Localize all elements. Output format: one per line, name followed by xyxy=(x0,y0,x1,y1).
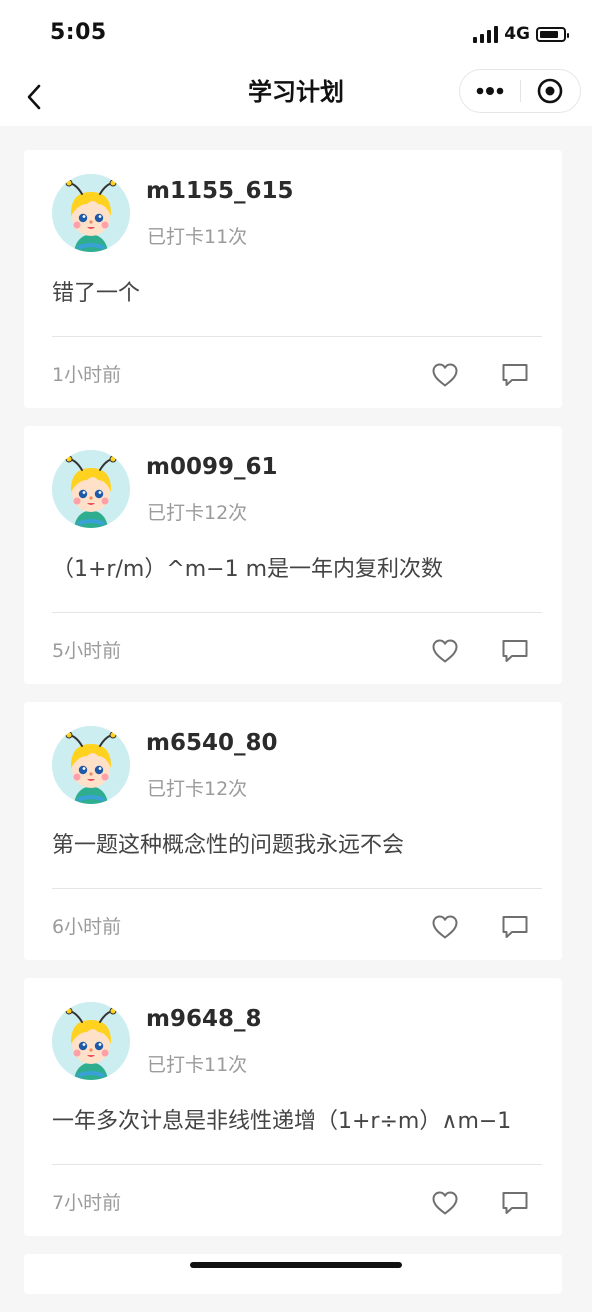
bee-mascot-icon xyxy=(52,1002,130,1080)
checkin-count: 已打卡11次 xyxy=(147,226,248,248)
like-button[interactable] xyxy=(428,358,462,392)
post-time: 1小时前 xyxy=(52,364,122,386)
checkin-card xyxy=(24,1254,562,1294)
comment-button[interactable] xyxy=(498,910,532,944)
username[interactable]: m0099_61 xyxy=(146,452,278,482)
checkin-count: 已打卡12次 xyxy=(147,502,248,524)
username[interactable]: m9648_8 xyxy=(146,1004,261,1034)
heart-icon xyxy=(432,639,458,663)
heart-icon xyxy=(432,1191,458,1215)
comment-button[interactable] xyxy=(498,634,532,668)
checkin-card: m9648_8 已打卡11次 一年多次计息是非线性递增（1+r÷m）∧m−1 7… xyxy=(24,978,562,1236)
comment-icon xyxy=(502,1192,528,1214)
divider xyxy=(52,1164,542,1165)
home-indicator xyxy=(190,1262,402,1268)
comment-icon xyxy=(502,364,528,386)
post-time: 6小时前 xyxy=(52,916,122,938)
like-button[interactable] xyxy=(428,1186,462,1220)
bee-mascot-icon xyxy=(52,174,130,252)
comment-button[interactable] xyxy=(498,1186,532,1220)
avatar[interactable] xyxy=(52,1002,130,1080)
bee-mascot-icon xyxy=(52,450,130,528)
divider xyxy=(52,336,542,337)
post-time: 7小时前 xyxy=(52,1192,122,1214)
post-content: （1+r/m）^m−1 m是一年内复利次数 xyxy=(52,557,444,582)
checkin-count: 已打卡11次 xyxy=(147,1054,248,1076)
more-dots-icon xyxy=(476,87,504,95)
post-content: 第一题这种概念性的问题我永远不会 xyxy=(52,833,405,858)
divider xyxy=(52,612,542,613)
bee-mascot-icon xyxy=(52,726,130,804)
comment-icon xyxy=(502,916,528,938)
signal-icon xyxy=(473,25,499,43)
username[interactable]: m6540_80 xyxy=(146,728,278,758)
checkin-card: m6540_80 已打卡12次 第一题这种概念性的问题我永远不会 6小时前 xyxy=(24,702,562,960)
status-indicators: 4G xyxy=(473,22,569,46)
comment-icon xyxy=(502,640,528,662)
battery-icon xyxy=(536,26,569,42)
battery-level xyxy=(540,30,558,38)
heart-icon xyxy=(432,363,458,387)
avatar[interactable] xyxy=(52,726,130,804)
comment-button[interactable] xyxy=(498,358,532,392)
post-content: 错了一个 xyxy=(52,281,141,306)
like-button[interactable] xyxy=(428,910,462,944)
network-type: 4G xyxy=(504,24,530,44)
divider xyxy=(52,888,542,889)
post-content: 一年多次计息是非线性递增（1+r÷m）∧m−1 xyxy=(52,1109,512,1134)
status-time: 5:05 xyxy=(50,20,107,45)
status-bar: 5:05 4G xyxy=(0,0,592,68)
mini-program-capsule xyxy=(459,69,581,113)
close-miniprogram-button[interactable] xyxy=(521,70,581,112)
checkin-feed: m1155_615 已打卡11次 错了一个 1小时前 m0099_61 已打卡1… xyxy=(24,150,562,1312)
checkin-card: m0099_61 已打卡12次 （1+r/m）^m−1 m是一年内复利次数 5小… xyxy=(24,426,562,684)
heart-icon xyxy=(432,915,458,939)
nav-bar: 学习计划 xyxy=(0,68,592,126)
post-time: 5小时前 xyxy=(52,640,122,662)
more-button[interactable] xyxy=(460,70,520,112)
avatar[interactable] xyxy=(52,174,130,252)
username[interactable]: m1155_615 xyxy=(146,176,294,206)
avatar[interactable] xyxy=(52,450,130,528)
checkin-card: m1155_615 已打卡11次 错了一个 1小时前 xyxy=(24,150,562,408)
target-circle-icon xyxy=(537,78,563,104)
checkin-count: 已打卡12次 xyxy=(147,778,248,800)
like-button[interactable] xyxy=(428,634,462,668)
